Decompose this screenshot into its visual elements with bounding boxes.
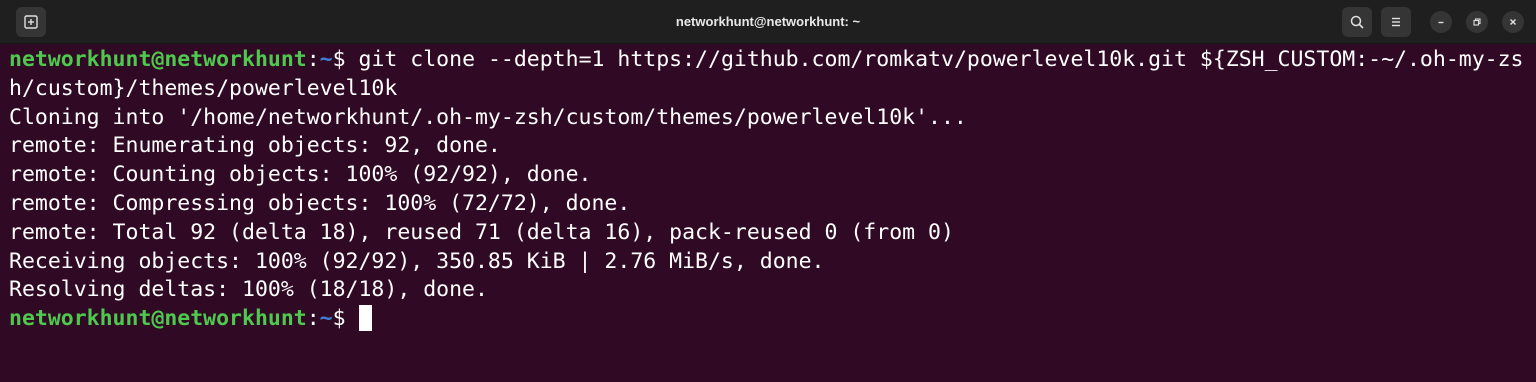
prompt-user-host: networkhunt@networkhunt bbox=[9, 306, 307, 332]
output-line: remote: Counting objects: 100% (92/92), … bbox=[9, 162, 592, 188]
prompt-path: ~ bbox=[319, 306, 333, 332]
prompt-colon: : bbox=[306, 306, 320, 332]
terminal-output-area[interactable]: networkhunt@networkhunt:~$ git clone --d… bbox=[0, 44, 1536, 382]
close-icon bbox=[1510, 19, 1516, 25]
window-title: networkhunt@networkhunt: ~ bbox=[675, 14, 861, 29]
terminal-window: networkhunt@networkhunt: ~ networkhunt@n… bbox=[0, 0, 1536, 382]
prompt-path: ~ bbox=[319, 47, 333, 72]
command-wrap-line: h/custom}/themes/powerlevel10k bbox=[9, 75, 398, 101]
close-button[interactable] bbox=[1502, 11, 1524, 33]
maximize-icon bbox=[1473, 18, 1481, 26]
minimize-button[interactable] bbox=[1430, 11, 1452, 33]
output-line: remote: Compressing objects: 100% (72/72… bbox=[9, 190, 631, 216]
prompt-symbol: $ bbox=[332, 47, 359, 72]
prompt-user-host: networkhunt@networkhunt bbox=[9, 47, 307, 72]
hamburger-menu-icon bbox=[1392, 17, 1400, 27]
title-bar[interactable]: networkhunt@networkhunt: ~ bbox=[0, 0, 1536, 44]
menu-button[interactable] bbox=[1381, 7, 1411, 37]
prompt-line: networkhunt@networkhunt:~$ git clone --d… bbox=[9, 46, 1536, 75]
output-line: remote: Enumerating objects: 92, done. bbox=[9, 133, 501, 159]
output-line: Receiving objects: 100% (92/92), 350.85 … bbox=[9, 248, 825, 274]
output-line: Cloning into '/home/networkhunt/.oh-my-z… bbox=[9, 104, 967, 130]
search-icon bbox=[1350, 15, 1364, 29]
prompt-line: networkhunt@networkhunt:~$ bbox=[9, 305, 1536, 334]
command-text: git clone --depth=1 https://github.com/r… bbox=[358, 47, 1524, 72]
output-line: remote: Total 92 (delta 18), reused 71 (… bbox=[9, 219, 954, 245]
text-cursor bbox=[358, 305, 372, 332]
output-line: Resolving deltas: 100% (18/18), done. bbox=[9, 277, 488, 303]
maximize-button[interactable] bbox=[1466, 11, 1488, 33]
prompt-symbol: $ bbox=[332, 306, 359, 332]
search-button[interactable] bbox=[1342, 7, 1372, 37]
prompt-colon: : bbox=[306, 47, 320, 72]
minimize-icon bbox=[1438, 21, 1444, 24]
